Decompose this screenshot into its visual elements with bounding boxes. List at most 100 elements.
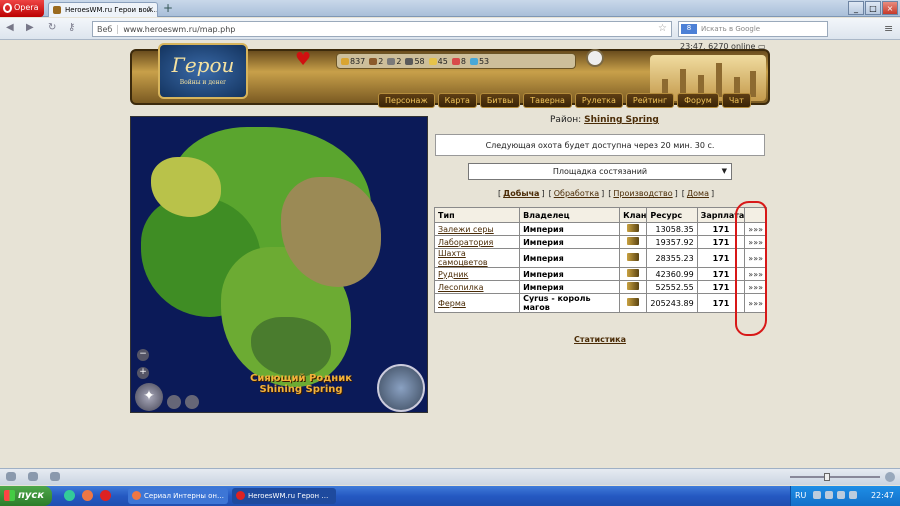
opera-icon[interactable] bbox=[100, 490, 111, 501]
language-indicator[interactable]: RU bbox=[795, 491, 806, 500]
map-option-button[interactable] bbox=[185, 395, 199, 409]
menu-icon[interactable]: ≡ bbox=[884, 22, 893, 35]
search-placeholder: Искать в Google bbox=[701, 25, 761, 33]
map-option-button[interactable] bbox=[167, 395, 181, 409]
maximize-button[interactable]: □ bbox=[865, 1, 881, 15]
nav-item[interactable]: Рулетка bbox=[574, 93, 623, 108]
game-nav-menu: Персонаж Карта Битвы Таверна Рулетка Рейтинг Ф… bbox=[378, 93, 751, 109]
building-link[interactable]: Ферма bbox=[433, 293, 521, 313]
taskbar-item[interactable]: Сериал Интерны он… bbox=[128, 488, 228, 504]
clan-cell[interactable] bbox=[619, 222, 648, 236]
job-tab[interactable]: Добыча bbox=[503, 189, 539, 198]
world-map[interactable]: − + ✦ Сияющий Родник Shining Spring bbox=[130, 116, 428, 413]
forward-icon[interactable]: ▶ bbox=[26, 22, 34, 33]
clan-icon[interactable] bbox=[627, 237, 640, 245]
resource-item: 2 bbox=[387, 57, 401, 66]
statistics-link[interactable]: Статистика bbox=[574, 335, 626, 344]
column-header: Клан bbox=[619, 207, 648, 223]
clan-cell[interactable] bbox=[619, 280, 648, 294]
job-tab[interactable]: Производство bbox=[613, 189, 672, 198]
clan-icon[interactable] bbox=[627, 269, 640, 277]
speed-dial-icon[interactable] bbox=[50, 472, 60, 481]
tab-close-icon[interactable]: × bbox=[147, 5, 154, 14]
nav-item[interactable]: Битвы bbox=[479, 93, 521, 108]
resource-value: 2 bbox=[396, 57, 402, 66]
resource-value: 837 bbox=[350, 57, 366, 66]
clan-cell[interactable] bbox=[619, 293, 648, 313]
nav-item[interactable]: Карта bbox=[437, 93, 477, 108]
district-info: Район: Shining Spring bbox=[550, 115, 659, 125]
table-row: Лаборатория Империя 19357.92 171»»» bbox=[433, 235, 767, 249]
taskbar-item-active[interactable]: HeroesWM.ru Герон … bbox=[232, 488, 336, 504]
building-link[interactable]: Лесопилка bbox=[433, 280, 521, 294]
sulfur-icon bbox=[428, 58, 437, 65]
owner-cell: Империя bbox=[519, 267, 621, 281]
browser-tab[interactable]: HeroesWM.ru Герои вой… × bbox=[48, 2, 158, 17]
opera-menu-button[interactable]: Opera bbox=[0, 0, 44, 17]
clan-cell[interactable] bbox=[619, 248, 648, 268]
chrome-icon[interactable] bbox=[82, 490, 93, 501]
clan-icon[interactable] bbox=[627, 298, 640, 306]
browser-tab-bar: Opera HeroesWM.ru Герои вой… × + _ □ × bbox=[0, 0, 900, 17]
search-engine-icon[interactable]: 8 bbox=[681, 24, 697, 34]
zoom-slider-handle[interactable] bbox=[824, 473, 830, 481]
nav-item[interactable]: Чат bbox=[721, 93, 751, 108]
zoom-in-button[interactable]: + bbox=[137, 367, 149, 379]
bookmark-star-icon[interactable]: ☆ bbox=[658, 23, 667, 34]
start-button[interactable]: пуск bbox=[0, 486, 52, 506]
building-link[interactable]: Рудник bbox=[433, 267, 521, 281]
new-tab-button[interactable]: + bbox=[163, 1, 173, 15]
column-header: Ресурс bbox=[646, 207, 698, 223]
tray-icon[interactable] bbox=[813, 491, 821, 499]
gold-icon bbox=[341, 58, 349, 65]
map-arrow-button[interactable]: ✦ bbox=[135, 383, 163, 411]
start-label: пуск bbox=[18, 490, 45, 501]
ring-icon[interactable] bbox=[586, 49, 604, 67]
url-input[interactable]: Веб www.heroeswm.ru/map.php ☆ bbox=[92, 21, 672, 37]
key-icon[interactable]: ⚷ bbox=[68, 22, 75, 33]
resource-item: 45 bbox=[428, 57, 448, 66]
clan-cell[interactable] bbox=[619, 267, 648, 281]
district-link[interactable]: Shining Spring bbox=[584, 115, 659, 125]
clan-icon-bt[interactable] bbox=[627, 253, 640, 261]
clan-cell[interactable] bbox=[619, 235, 648, 249]
zoom-out-button[interactable]: − bbox=[137, 349, 149, 361]
nav-item[interactable]: Рейтинг bbox=[625, 93, 675, 108]
clan-icon[interactable] bbox=[627, 224, 640, 232]
clan-icon-bt[interactable] bbox=[627, 282, 640, 290]
url-text: www.heroeswm.ru/map.php bbox=[123, 25, 236, 34]
nav-item[interactable]: Форум bbox=[677, 93, 719, 108]
building-link[interactable]: Шахта самоцветов bbox=[433, 248, 521, 268]
tray-icon[interactable] bbox=[849, 491, 857, 499]
job-tab[interactable]: Дома bbox=[687, 189, 709, 198]
reload-icon[interactable]: ↻ bbox=[48, 22, 56, 33]
map-compass-icon[interactable] bbox=[377, 364, 425, 412]
resource-item: 8 bbox=[451, 57, 466, 66]
building-link[interactable]: Лаборатория bbox=[433, 235, 521, 249]
opera-logo-icon bbox=[3, 3, 12, 13]
volume-icon[interactable] bbox=[825, 491, 833, 499]
network-icon[interactable] bbox=[837, 491, 845, 499]
quicklaunch-icon[interactable] bbox=[64, 490, 75, 501]
gem-icon bbox=[469, 58, 478, 65]
hunt-notice: Следующая охота будет доступна через 20 … bbox=[435, 134, 765, 156]
cloud-icon[interactable] bbox=[28, 472, 38, 481]
nav-item[interactable]: Персонаж bbox=[378, 93, 435, 108]
game-logo[interactable]: Герои Войны и денег bbox=[158, 43, 248, 99]
tab-title: HeroesWM.ru Герои вой… bbox=[65, 6, 158, 14]
table-row: Залежи серы Империя 13058.35 171»»» bbox=[433, 222, 767, 236]
arena-select[interactable]: Площадка состязаний ▼ bbox=[468, 163, 732, 180]
job-tab[interactable]: Обработка bbox=[554, 189, 599, 198]
ore-icon bbox=[387, 58, 396, 65]
windows-flag-icon bbox=[4, 490, 15, 501]
zoom-reset-icon[interactable] bbox=[885, 472, 895, 482]
search-input[interactable]: 8 Искать в Google bbox=[678, 21, 828, 37]
close-window-button[interactable]: × bbox=[882, 1, 898, 15]
back-icon[interactable]: ◀ bbox=[6, 22, 14, 33]
minimize-button[interactable]: _ bbox=[848, 1, 864, 15]
zoom-slider[interactable] bbox=[790, 473, 880, 481]
building-link[interactable]: Залежи серы bbox=[433, 222, 521, 236]
nav-item[interactable]: Таверна bbox=[523, 93, 572, 108]
resource-item: 58 bbox=[405, 57, 425, 66]
panel-toggle-icon[interactable] bbox=[6, 472, 16, 481]
